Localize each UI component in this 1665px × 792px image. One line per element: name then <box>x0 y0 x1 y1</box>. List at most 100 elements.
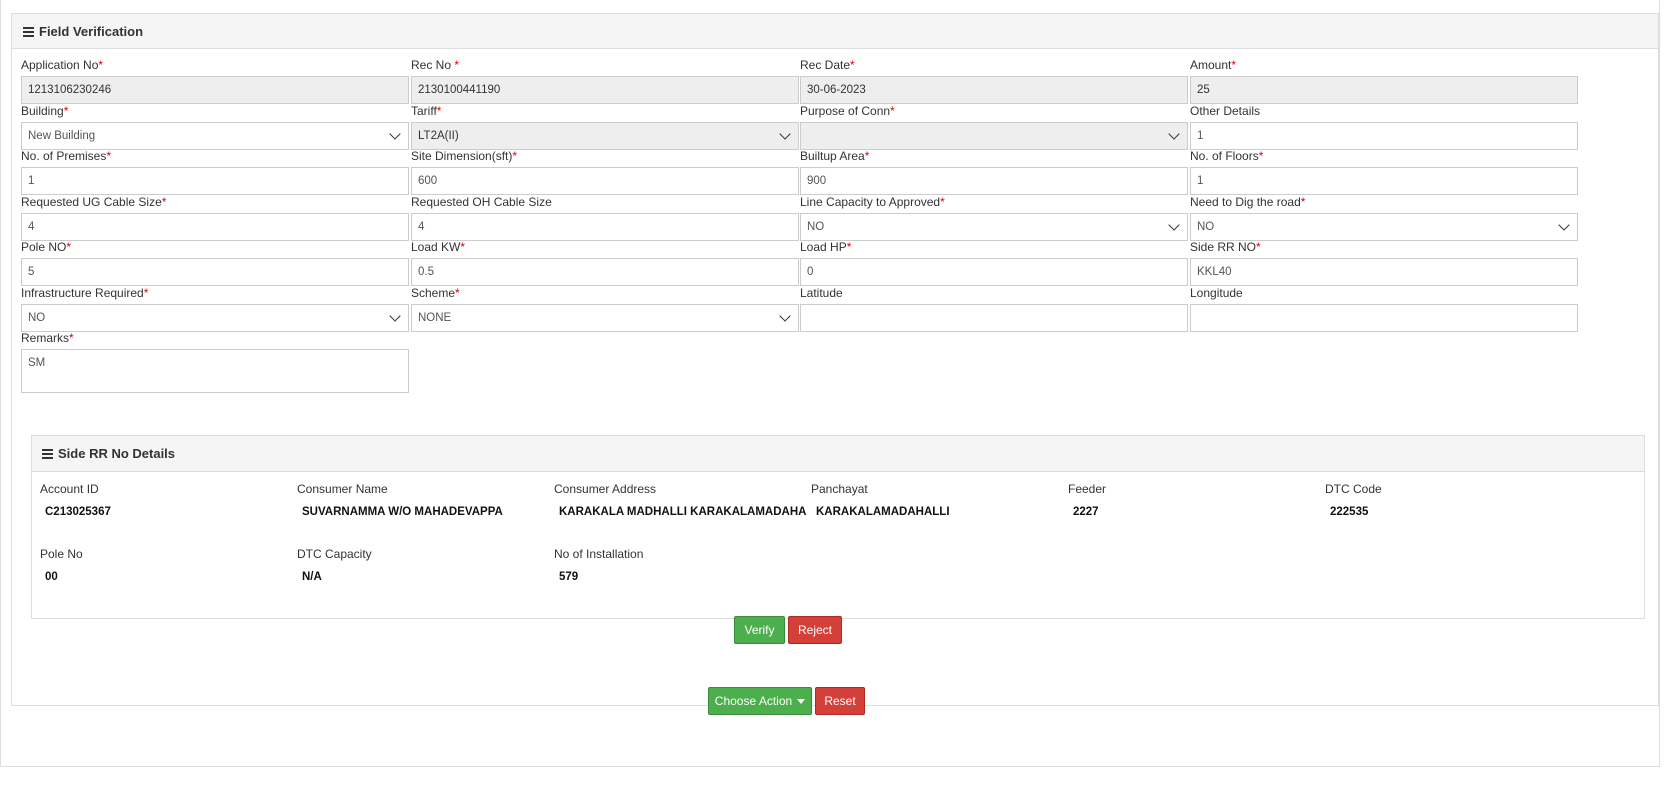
builtup-area-input[interactable]: 900 <box>800 167 1188 195</box>
detail-label: Feeder <box>1068 482 1107 496</box>
field-value: LT2A(II) <box>418 129 459 142</box>
detail-label: Panchayat <box>811 482 868 496</box>
field-rec-date: Rec Date* 30-06-2023 <box>800 58 1188 104</box>
verify-button[interactable]: Verify <box>734 616 785 644</box>
load-kw-input[interactable]: 0.5 <box>411 258 799 286</box>
required-marker: * <box>454 58 460 72</box>
detail-label: DTC Capacity <box>297 547 372 561</box>
rec-date-input[interactable]: 30-06-2023 <box>800 76 1188 104</box>
chevron-down-icon <box>779 127 791 140</box>
field-label: Application No* <box>21 58 104 72</box>
required-marker: * <box>850 58 855 72</box>
required-marker: * <box>1300 194 1306 209</box>
detail-value: N/A <box>302 571 322 583</box>
amount-input[interactable]: 25 <box>1190 76 1578 104</box>
choose-action-label: Choose Action <box>714 694 793 708</box>
no-of-floors-input[interactable]: 1 <box>1190 167 1578 195</box>
need-to-dig-the-road-select[interactable]: NO <box>1190 212 1578 241</box>
menu-icon <box>23 26 34 37</box>
field-builtup-area: Builtup Area* 900 <box>800 149 1188 195</box>
detail-dtc-code: DTC Code 222535 <box>1325 482 1580 518</box>
field-label: Other Details <box>1190 103 1261 118</box>
chevron-down-icon <box>389 309 401 322</box>
field-label: Builtup Area* <box>800 149 870 163</box>
rec-no-input[interactable]: 2130100441190 <box>411 76 799 104</box>
scheme-select[interactable]: NONE <box>411 303 799 332</box>
field-value: 1 <box>1197 175 1204 187</box>
tariff-select[interactable]: LT2A(II) <box>411 121 799 150</box>
chevron-down-icon <box>389 127 401 140</box>
field-label: Latitude <box>800 285 843 300</box>
required-marker: * <box>143 285 149 300</box>
required-marker: * <box>161 194 167 209</box>
longitude-input[interactable] <box>1190 303 1578 332</box>
building-select[interactable]: New Building <box>21 121 409 150</box>
detail-label: Consumer Name <box>297 482 388 496</box>
no-of-premises-input[interactable]: 1 <box>21 167 409 195</box>
detail-panchayat: Panchayat KARAKALAMADAHALLI <box>811 482 1066 518</box>
field-value: 25 <box>1197 84 1210 96</box>
latitude-input[interactable] <box>800 303 1188 332</box>
detail-consumer-address: Consumer Address KARAKALA MADHALLI KARAKA… <box>554 482 809 518</box>
field-label: Purpose of Conn* <box>800 103 895 118</box>
purpose-of-conn-select[interactable] <box>800 121 1188 150</box>
side-rr-panel: Side RR No Details Account ID C213025367 C… <box>31 435 1645 619</box>
field-need-to-dig-the-road: Need to Dig the road* NO <box>1190 195 1578 241</box>
remarks-textarea[interactable]: SM <box>21 349 409 393</box>
detail-label: DTC Code <box>1325 482 1382 496</box>
detail-value: 222535 <box>1330 506 1369 518</box>
required-marker: * <box>512 149 518 163</box>
field-requested-ug-cable-size: Requested UG Cable Size* 4 <box>21 195 409 241</box>
field-value: NO <box>1197 220 1215 233</box>
field-label: Rec No * <box>411 58 460 72</box>
field-value: 0 <box>807 266 814 278</box>
field-verification-panel: Field Verification Application No* 121310… <box>11 13 1659 706</box>
field-label: Requested UG Cable Size* <box>21 194 167 209</box>
reset-button[interactable]: Reset <box>815 687 865 715</box>
field-value: 5 <box>28 266 35 278</box>
field-value: NONE <box>418 311 452 324</box>
field-line-capacity-to-approved: Line Capacity to Approved* NO <box>800 195 1188 241</box>
field-label: Tariff* <box>411 103 442 118</box>
field-site-dimension-sft: Site Dimension(sft)* 600 <box>411 149 799 195</box>
detail-value: KARAKALA MADHALLI KARAKALAMADAHA <box>559 506 807 518</box>
infrastructure-required-select[interactable]: NO <box>21 303 409 332</box>
side-rr-header: Side RR No Details <box>32 436 1644 472</box>
panel-title: Field Verification <box>39 23 144 39</box>
field-label: Building* <box>21 103 69 118</box>
requested-ug-cable-size-input[interactable]: 4 <box>21 212 409 241</box>
requested-oh-cable-size-input[interactable]: 4 <box>411 212 799 241</box>
field-value: 1 <box>1197 129 1204 142</box>
other-details-input[interactable]: 1 <box>1190 121 1578 150</box>
field-pole-no: Pole NO* 5 <box>21 240 409 286</box>
field-label: Load KW* <box>411 240 466 254</box>
detail-pole-no: Pole No 00 <box>40 547 295 583</box>
field-label: Infrastructure Required* <box>21 285 149 300</box>
detail-value: 579 <box>559 571 579 583</box>
field-value: 0.5 <box>418 266 434 278</box>
field-scheme: Scheme* NONE <box>411 286 799 332</box>
field-label: Need to Dig the road* <box>1190 194 1306 209</box>
field-label: No. of Premises* <box>21 149 112 163</box>
panel-header: Field Verification <box>12 14 1658 49</box>
field-application-no: Application No* 1213106230246 <box>21 58 409 104</box>
field-label: Scheme* <box>411 285 460 300</box>
required-marker: * <box>460 240 466 254</box>
field-tariff: Tariff* LT2A(II) <box>411 104 799 150</box>
reject-button[interactable]: Reject <box>788 616 842 644</box>
side-rr-no-input[interactable]: KKL40 <box>1190 258 1578 286</box>
site-dimension-sft-input[interactable]: 600 <box>411 167 799 195</box>
choose-action-button[interactable]: Choose Action <box>708 687 812 715</box>
detail-consumer-name: Consumer Name SUVARNAMMA W/O MAHADEVAPPA <box>297 482 552 518</box>
field-value: NO <box>28 311 46 324</box>
load-hp-input[interactable]: 0 <box>800 258 1188 286</box>
field-purpose-of-conn: Purpose of Conn* <box>800 104 1188 150</box>
detail-value: KARAKALAMADAHALLI <box>816 506 950 518</box>
field-latitude: Latitude <box>800 286 1188 332</box>
application-no-input[interactable]: 1213106230246 <box>21 76 409 104</box>
pole-no-input[interactable]: 5 <box>21 258 409 286</box>
menu-icon <box>42 449 53 459</box>
required-marker: * <box>864 149 870 163</box>
line-capacity-to-approved-select[interactable]: NO <box>800 212 1188 241</box>
detail-value: SUVARNAMMA W/O MAHADEVAPPA <box>302 506 503 518</box>
